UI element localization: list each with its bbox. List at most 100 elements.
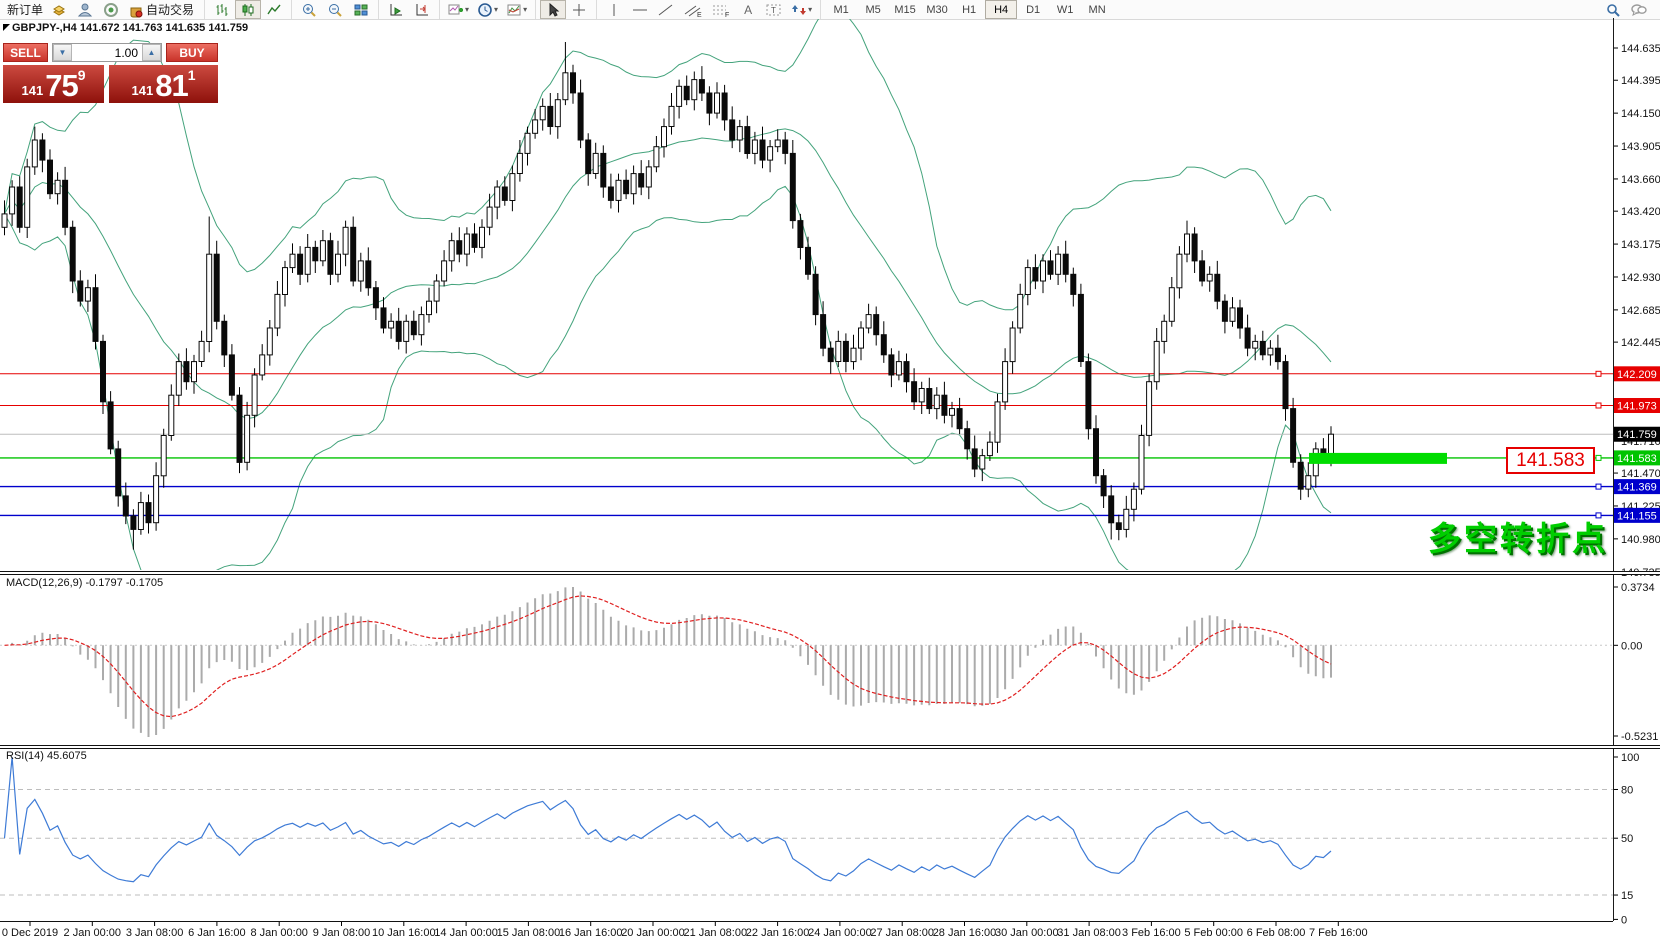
candle (328, 241, 333, 275)
rsi-panel (0, 757, 1613, 895)
candle (1268, 348, 1273, 355)
level-price-label[interactable]: 141.583 (1506, 447, 1595, 474)
candle (745, 127, 750, 154)
candle (184, 362, 189, 382)
time-axis-label: 22 Jan 16:00 (746, 927, 810, 939)
candle (707, 93, 712, 113)
candle (533, 120, 538, 133)
candle (608, 187, 613, 200)
macd-axis-label: 0.00 (1621, 640, 1642, 652)
panel-divider-macd[interactable] (0, 571, 1660, 575)
candle (366, 261, 371, 288)
bollinger-middle-band (5, 129, 1332, 419)
highlight-level-bar[interactable] (1309, 453, 1447, 464)
candle (32, 140, 37, 167)
candle (540, 106, 545, 119)
candle (722, 93, 727, 120)
time-axis-label: 10 Jan 16:00 (372, 927, 436, 939)
candle (927, 389, 932, 409)
buy-price-display[interactable]: 141 81 1 (109, 65, 218, 103)
candle (222, 321, 227, 355)
buy-price-sup: 1 (188, 65, 196, 81)
candle (889, 355, 894, 375)
volume-decrease-button[interactable]: ▼ (53, 44, 72, 61)
line-anchor-handle[interactable] (1596, 371, 1601, 376)
candle (1306, 476, 1311, 489)
buy-button[interactable]: BUY (166, 43, 218, 62)
candle (260, 355, 265, 375)
bollinger-lower-band (5, 186, 1332, 620)
candle (1238, 308, 1243, 328)
sell-price-display[interactable]: 141 75 9 (3, 65, 104, 103)
candle (904, 362, 909, 382)
candle (752, 140, 757, 153)
candle (1010, 328, 1015, 362)
candle (85, 288, 90, 301)
candle (101, 341, 106, 401)
candle (313, 247, 318, 260)
time-axis-label: 16 Jan 16:00 (559, 927, 623, 939)
candle (283, 268, 288, 295)
line-anchor-handle[interactable] (1596, 455, 1601, 460)
time-axis-label: 31 Jan 08:00 (1057, 927, 1121, 939)
price-tick-label: 143.175 (1621, 239, 1660, 251)
sell-price-sup: 9 (78, 65, 86, 81)
buy-price-big: 81 (155, 71, 187, 101)
candle (1078, 294, 1083, 361)
macd-panel (0, 587, 1613, 737)
candle (942, 395, 947, 415)
candle (1230, 308, 1235, 321)
price-axis-border[interactable] (1613, 18, 1614, 921)
candle (684, 86, 689, 99)
candle (730, 120, 735, 140)
candle (487, 207, 492, 227)
line-anchor-handle[interactable] (1596, 484, 1601, 489)
candle (571, 73, 576, 93)
one-click-trade-panel: SELL ▼ 1.00 ▲ BUY 141 75 9 141 81 1 (3, 43, 218, 103)
volume-increase-button[interactable]: ▲ (142, 44, 161, 61)
candle (950, 409, 955, 416)
candle (336, 254, 341, 274)
candle (305, 247, 310, 274)
candle (775, 140, 780, 147)
rsi-axis-label: 15 (1621, 890, 1633, 902)
price-tick-label: 144.395 (1621, 75, 1660, 87)
candle (881, 335, 886, 355)
rsi-axis-label: 0 (1621, 914, 1627, 926)
candle (480, 227, 485, 247)
chinese-note-text[interactable]: 多空转折点 (1428, 512, 1608, 560)
sell-price-big: 75 (45, 71, 77, 101)
candle (995, 402, 1000, 442)
candle (1169, 288, 1174, 322)
line-anchor-handle[interactable] (1596, 403, 1601, 408)
candle (358, 261, 363, 281)
candle (616, 180, 621, 200)
time-axis-label: 30 Jan 00:00 (995, 927, 1059, 939)
candle (1154, 341, 1159, 381)
candle (631, 174, 636, 194)
price-tick-label: 140.980 (1621, 534, 1660, 546)
candle (404, 321, 409, 341)
candles-layer[interactable] (2, 73, 1334, 530)
candle-wicks (5, 42, 1332, 550)
candle (1071, 274, 1076, 294)
candle (381, 308, 386, 328)
panel-divider-rsi[interactable] (0, 745, 1660, 749)
volume-input[interactable]: 1.00 (72, 44, 142, 61)
time-axis-border (0, 921, 1613, 922)
candle (1215, 274, 1220, 301)
sell-button[interactable]: SELL (3, 43, 48, 62)
rsi-axis-label: 80 (1621, 784, 1633, 796)
candle (699, 80, 704, 93)
candle (207, 254, 212, 341)
candle (874, 315, 879, 335)
rsi-label: RSI(14) 45.6075 (6, 750, 87, 762)
chart-canvas[interactable]: 144.635144.395144.150143.905143.660143.4… (0, 0, 1660, 940)
candle (1048, 261, 1053, 274)
price-axis: 144.635144.395144.150143.905143.660143.4… (1613, 43, 1660, 579)
candle (1101, 476, 1106, 496)
candle (1291, 409, 1296, 463)
candle (1139, 436, 1144, 490)
macd-label: MACD(12,26,9) -0.1797 -0.1705 (6, 577, 163, 589)
time-axis-label: 3 Feb 16:00 (1122, 927, 1181, 939)
